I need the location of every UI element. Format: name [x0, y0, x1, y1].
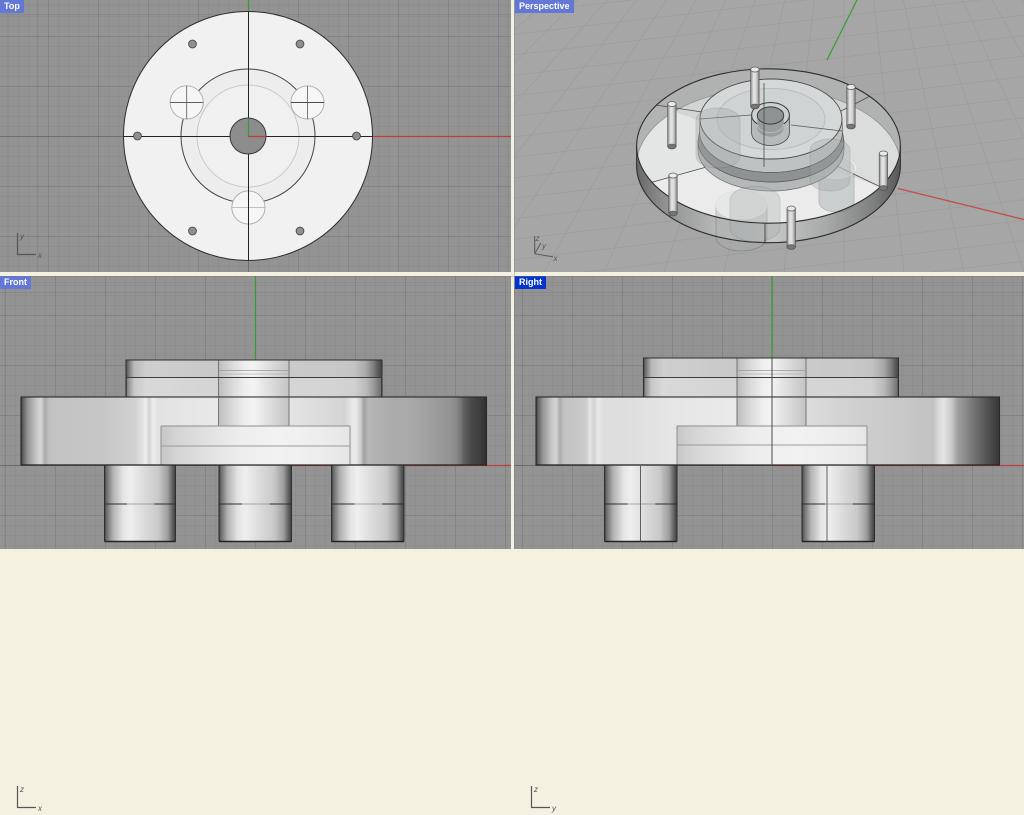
svg-text:x: x: [37, 804, 43, 813]
svg-text:z: z: [19, 785, 24, 794]
svg-text:y: y: [541, 242, 547, 251]
svg-text:x: x: [37, 251, 43, 260]
svg-text:y: y: [19, 232, 25, 241]
svg-text:z: z: [535, 234, 540, 243]
svg-text:z: z: [533, 785, 538, 794]
svg-text:y: y: [551, 804, 557, 813]
svg-text:x: x: [553, 254, 559, 262]
